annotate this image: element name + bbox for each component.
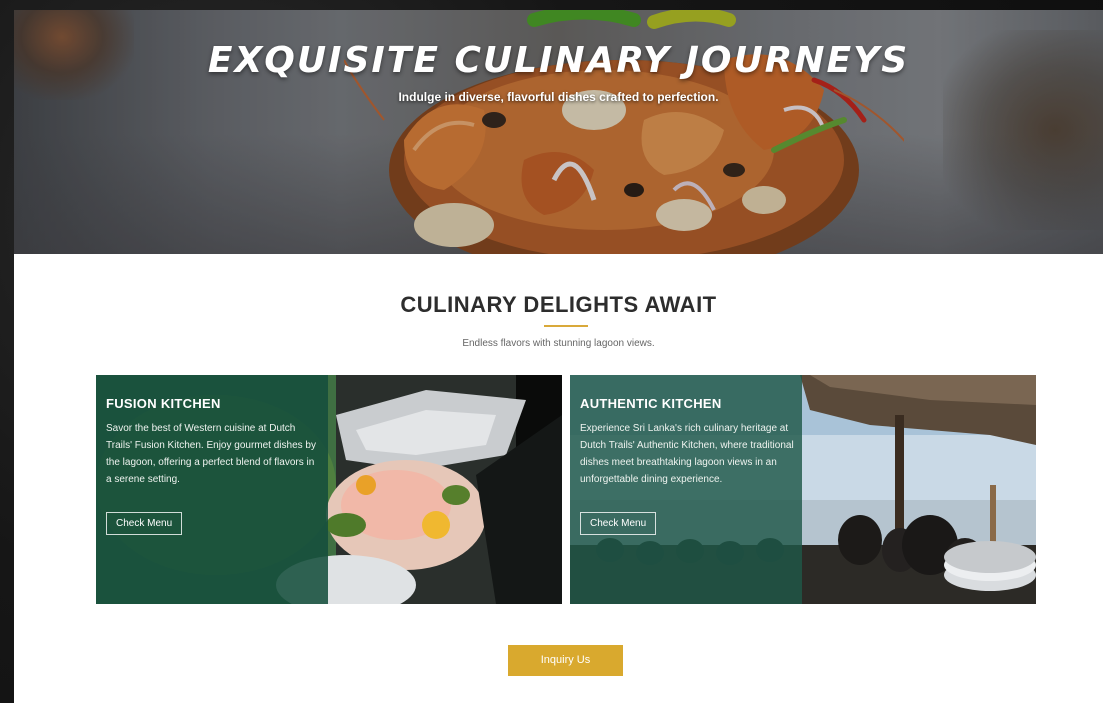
check-menu-button[interactable]: Check Menu: [106, 512, 183, 535]
section-divider: [544, 325, 588, 327]
hero-banner: EXQUISITE CULINARY JOURNEYS Indulge in d…: [14, 10, 1103, 254]
page: EXQUISITE CULINARY JOURNEYS Indulge in d…: [14, 10, 1103, 703]
hero-title: EXQUISITE CULINARY JOURNEYS: [207, 40, 910, 81]
section-subtitle: Endless flavors with stunning lagoon vie…: [462, 338, 655, 349]
authentic-kitchen-card: AUTHENTIC KITCHEN Experience Sri Lanka's…: [570, 375, 1036, 604]
hero-subtitle: Indulge in diverse, flavorful dishes cra…: [398, 90, 719, 104]
inquiry-button[interactable]: Inquiry Us: [508, 645, 623, 676]
card-title: FUSION KITCHEN: [106, 396, 221, 411]
card-description: Experience Sri Lanka's rich culinary her…: [580, 423, 794, 485]
section-title: CULINARY DELIGHTS AWAIT: [400, 292, 717, 317]
check-menu-button[interactable]: Check Menu: [580, 512, 657, 535]
card-description: Savor the best of Western cuisine at Dut…: [106, 423, 316, 485]
fusion-kitchen-card: FUSION KITCHEN Savor the best of Western…: [96, 375, 562, 604]
card-title: AUTHENTIC KITCHEN: [580, 396, 722, 411]
